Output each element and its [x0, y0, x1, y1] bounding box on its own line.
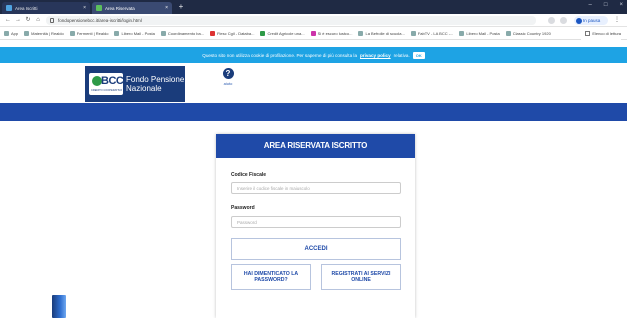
bookmark-item[interactable]: FabTV - LA BCC -...	[410, 30, 454, 36]
logo-line-1: Fondo Pensione	[126, 75, 185, 84]
help-icon: ?	[222, 68, 234, 79]
help-label: aiuto	[223, 81, 233, 86]
site-logo[interactable]: BCC CREDITO COOPERATIVO Fondo Pensione N…	[85, 66, 185, 102]
profile-button[interactable]: In pausa	[574, 16, 608, 25]
bookmark-favicon-icon	[24, 30, 30, 36]
maximize-icon[interactable]: □	[604, 2, 608, 8]
reading-mode-icon[interactable]	[560, 17, 567, 24]
bookmark-label: FabTV - LA BCC -...	[417, 30, 454, 36]
tab-title: Area Iscritti	[15, 5, 38, 11]
password-label: Password	[231, 205, 255, 211]
tab-title: Area Riservata	[105, 5, 135, 11]
bookmark-favicon-icon	[505, 30, 511, 36]
fiscal-code-input[interactable]	[231, 182, 401, 194]
reading-list-label: Elenco di lettura	[592, 31, 621, 36]
bookmark-item[interactable]: Coordinamento ba...	[160, 30, 205, 36]
bcc-logo-mark: BCC CREDITO COOPERATIVO	[89, 73, 124, 95]
bookmark-label: App	[11, 30, 19, 36]
bookmark-item[interactable]: Classic Country 1920	[505, 30, 551, 36]
site-favicon-icon	[96, 5, 102, 11]
login-button[interactable]: ACCEDI	[231, 238, 401, 260]
logo-line-2: Nazionale	[126, 84, 162, 93]
browser-tab-active[interactable]: Area Riservata ×	[92, 2, 172, 14]
bookmark-favicon-icon	[69, 30, 75, 36]
bookmark-favicon-icon	[160, 30, 166, 36]
register-button[interactable]: REGISTRATI AI SERVIZI ONLINE	[321, 264, 401, 290]
bookmark-label: Maternità | Realdo	[31, 30, 64, 36]
cookie-banner: Questo sito non utilizza cookie di profi…	[0, 47, 627, 63]
new-tab-button[interactable]: +	[176, 2, 186, 12]
close-tab-icon[interactable]: ×	[83, 5, 86, 11]
bookmark-label: Fiesc Cgil - Databa...	[217, 30, 255, 36]
back-icon[interactable]: ←	[4, 16, 12, 24]
cookie-suffix: relativa.	[393, 52, 410, 58]
address-bar-row: ← → ↻ ⌂ fondopensionebcc.it/area-iscritt…	[0, 14, 627, 27]
login-title: AREA RISERVATA ISCRITTO	[216, 134, 415, 158]
side-widget-icon[interactable]	[52, 295, 66, 318]
bookmark-label: Credit Agricole una...	[267, 30, 305, 36]
bookmark-item[interactable]: Si è escuro lustco...	[310, 30, 353, 36]
reload-icon[interactable]: ↻	[24, 16, 32, 24]
bookmark-item[interactable]: Credit Agricole una...	[260, 30, 305, 36]
browser-tab-strip: Area Iscritti × Area Riservata × + – □ ×	[0, 0, 627, 14]
bookmark-item[interactable]: Maternità | Realdo	[24, 30, 64, 36]
home-icon[interactable]: ⌂	[34, 16, 42, 24]
reading-list-icon	[585, 31, 591, 36]
privacy-policy-link[interactable]: privacy policy	[360, 53, 391, 58]
browser-tab[interactable]: Area Iscritti ×	[2, 2, 90, 14]
lock-icon[interactable]	[50, 18, 54, 23]
cookie-ok-button[interactable]: OK	[412, 51, 425, 59]
bookmark-favicon-icon	[410, 30, 416, 36]
forgot-password-button[interactable]: HAI DIMENTICATO LA PASSWORD?	[231, 264, 311, 290]
menu-kebab-icon[interactable]: ⋮	[614, 16, 620, 23]
logo-wordmark: Fondo Pensione Nazionale	[126, 75, 184, 93]
bookmark-label: Coordinamento ba...	[167, 30, 205, 36]
forward-icon[interactable]: →	[14, 16, 22, 24]
password-input[interactable]	[231, 216, 401, 228]
bookmark-item[interactable]: Libero Mail - Posta	[459, 30, 500, 36]
bookmarks-bar: App Maternità | Realdo Fermenti | Realdo…	[0, 27, 627, 40]
nav-bar	[0, 103, 627, 121]
url-field[interactable]: fondopensionebcc.it/area-iscritti/login.…	[46, 16, 536, 25]
bookmark-item[interactable]: Fiesc Cgil - Databa...	[210, 30, 255, 36]
logo-subtitle: CREDITO COOPERATIVO	[91, 89, 123, 92]
help-link[interactable]: ? aiuto	[218, 68, 238, 86]
close-tab-icon[interactable]: ×	[165, 5, 168, 11]
bookmark-item[interactable]: Fermenti | Realdo	[69, 30, 109, 36]
bookmark-label: Fermenti | Realdo	[76, 30, 109, 36]
logo-mark-text: BCC	[101, 75, 124, 87]
reading-list-button[interactable]: Elenco di lettura	[581, 27, 621, 40]
bookmark-label: Libero Mail - Posta	[121, 30, 155, 36]
bookmark-favicon-icon	[310, 30, 316, 36]
fiscal-code-label: Codice Fiscale	[231, 172, 267, 178]
bookmark-item[interactable]: La Befrolle di scuola...	[358, 30, 405, 36]
bookmark-label: Libero Mail - Posta	[466, 30, 500, 36]
profile-label: In pausa	[583, 18, 601, 23]
bookmark-favicon-icon	[459, 30, 465, 36]
bookmark-item[interactable]: Libero Mail - Posta	[114, 30, 155, 36]
bookmark-favicon-icon	[358, 30, 364, 36]
bookmark-item[interactable]: App	[4, 30, 19, 36]
cookie-text: Questo sito non utilizza cookie di profi…	[202, 52, 357, 58]
bookmark-favicon-icon	[260, 30, 266, 36]
extensions-icon[interactable]	[548, 17, 555, 24]
bookmark-favicon-icon	[114, 30, 120, 36]
bookmark-favicon-icon	[210, 30, 216, 36]
site-favicon-icon	[6, 5, 12, 11]
bookmark-label: La Befrolle di scuola...	[365, 30, 405, 36]
bookmark-label: Si è escuro lustco...	[317, 30, 353, 36]
apps-icon	[4, 30, 9, 36]
minimize-icon[interactable]: –	[589, 2, 592, 8]
close-window-icon[interactable]: ×	[619, 2, 623, 8]
login-card: AREA RISERVATA ISCRITTO Codice Fiscale P…	[216, 134, 415, 318]
avatar-icon	[576, 17, 582, 24]
window-controls: – □ ×	[589, 2, 623, 8]
bookmark-label: Classic Country 1920	[512, 30, 551, 36]
